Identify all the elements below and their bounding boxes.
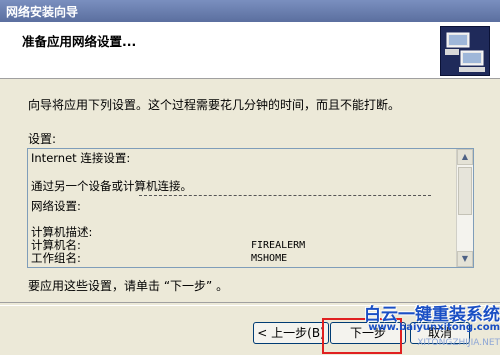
network-computers-icon	[440, 26, 490, 76]
vertical-scrollbar[interactable]: ▲ ▼	[456, 149, 473, 267]
settings-label: 设置:	[28, 132, 57, 146]
settings-line: 计算机名:	[31, 238, 81, 252]
watermark: 白云一键重装系统 www.baiyunxitong.com XITONGZHIJ…	[335, 300, 500, 355]
description-text: 向导将应用下列设置。这个过程需要花几分钟的时间，而且不能打断。	[28, 98, 401, 112]
computer-name-value: FIREALERM	[251, 240, 306, 251]
settings-line: 工作组名:	[31, 251, 81, 265]
title-bar[interactable]: 网络安装向导	[0, 0, 500, 22]
watermark-url: www.baiyunxitong.com	[368, 322, 500, 333]
watermark-url-secondary: XITONGZHIJIA.NET	[417, 338, 500, 348]
settings-listbox[interactable]: Internet 连接设置: 通过另一个设备或计算机连接。 网络设置: 计算机描…	[27, 148, 474, 268]
page-heading: 准备应用网络设置...	[22, 34, 137, 49]
arrow-up-icon[interactable]: ▲	[457, 149, 473, 165]
workgroup-value: MSHOME	[251, 253, 288, 264]
back-button[interactable]: < 上一步(B)	[253, 322, 329, 344]
settings-line: Internet 连接设置:	[31, 151, 131, 165]
settings-line: 网络设置:	[31, 199, 81, 213]
settings-content: Internet 连接设置: 通过另一个设备或计算机连接。 网络设置: 计算机描…	[31, 149, 451, 267]
window-title: 网络安装向导	[6, 5, 79, 19]
scroll-thumb[interactable]	[458, 167, 472, 215]
dashed-divider	[139, 195, 431, 196]
arrow-down-icon[interactable]: ▼	[457, 251, 473, 267]
hint-text: 要应用这些设置，请单击 “下一步” 。	[28, 279, 229, 293]
settings-line: 计算机描述:	[31, 225, 93, 239]
wizard-header: 准备应用网络设置...	[0, 22, 500, 79]
settings-line: 通过另一个设备或计算机连接。	[31, 179, 192, 193]
